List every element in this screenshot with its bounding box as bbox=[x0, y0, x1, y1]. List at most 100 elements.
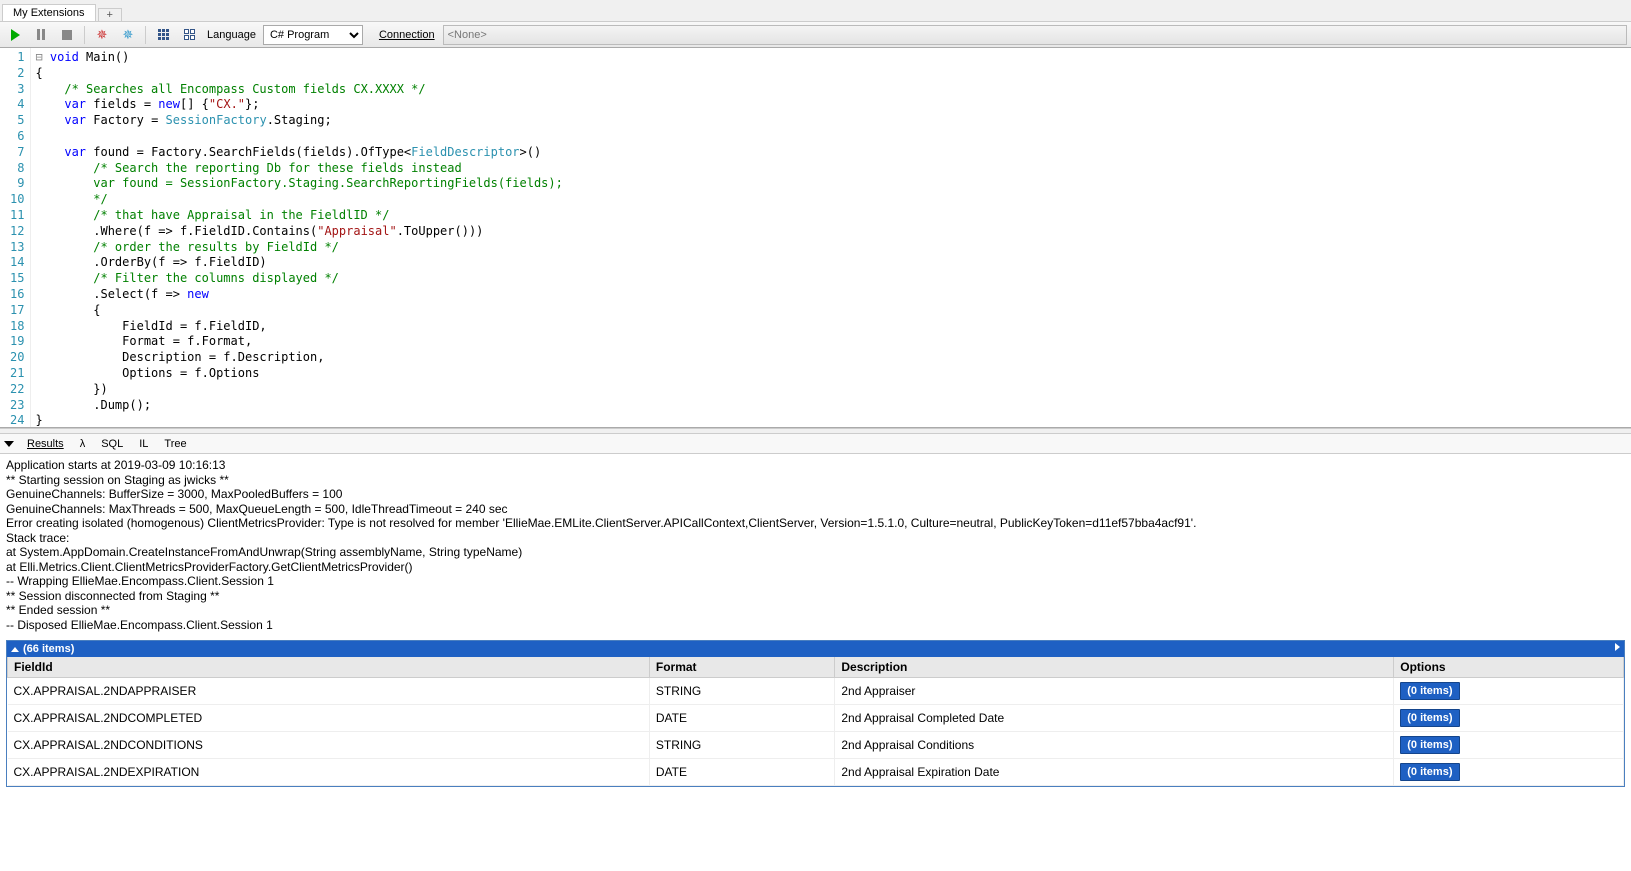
table-row[interactable]: CX.APPRAISAL.2NDAPPRAISERSTRING2nd Appra… bbox=[8, 678, 1624, 705]
grid-table: FieldIdFormatDescriptionOptions CX.APPRA… bbox=[7, 657, 1624, 786]
output-line: at System.AppDomain.CreateInstanceFromAn… bbox=[6, 545, 1625, 560]
line-number: 12 bbox=[10, 224, 24, 240]
code-area[interactable]: ⊟ void Main() { /* Searches all Encompas… bbox=[31, 48, 1631, 427]
code-editor[interactable]: 123456789101112131415161718192021222324 … bbox=[0, 48, 1631, 428]
cell-fieldid: CX.APPRAISAL.2NDCONDITIONS bbox=[8, 732, 650, 759]
tab-sql[interactable]: SQL bbox=[98, 437, 126, 451]
pause-button[interactable] bbox=[30, 25, 52, 45]
cell-format: STRING bbox=[649, 732, 835, 759]
line-number: 19 bbox=[10, 334, 24, 350]
cell-format: STRING bbox=[649, 678, 835, 705]
line-number: 5 bbox=[10, 113, 24, 129]
output-line: -- Disposed EllieMae.Encompass.Client.Se… bbox=[6, 618, 1625, 633]
output-line: at Elli.Metrics.Client.ClientMetricsProv… bbox=[6, 560, 1625, 575]
separator bbox=[84, 26, 85, 44]
line-number: 3 bbox=[10, 82, 24, 98]
line-number: 13 bbox=[10, 240, 24, 256]
line-number: 21 bbox=[10, 366, 24, 382]
line-number: 11 bbox=[10, 208, 24, 224]
output-line: Application starts at 2019-03-09 10:16:1… bbox=[6, 458, 1625, 473]
options-badge[interactable]: (0 items) bbox=[1400, 709, 1459, 727]
cell-fieldid: CX.APPRAISAL.2NDCOMPLETED bbox=[8, 705, 650, 732]
cell-fieldid: CX.APPRAISAL.2NDAPPRAISER bbox=[8, 678, 650, 705]
tab-my-extensions[interactable]: My Extensions bbox=[2, 4, 96, 21]
tab-add-label: + bbox=[107, 9, 113, 21]
table-row[interactable]: CX.APPRAISAL.2NDEXPIRATIONDATE2nd Apprai… bbox=[8, 759, 1624, 786]
output-text: Application starts at 2019-03-09 10:16:1… bbox=[0, 454, 1631, 636]
pause-icon bbox=[37, 29, 45, 40]
line-number: 22 bbox=[10, 382, 24, 398]
line-number: 9 bbox=[10, 176, 24, 192]
line-number: 4 bbox=[10, 97, 24, 113]
table-row[interactable]: CX.APPRAISAL.2NDCOMPLETEDDATE2nd Apprais… bbox=[8, 705, 1624, 732]
output-line: Stack trace: bbox=[6, 531, 1625, 546]
line-number: 7 bbox=[10, 145, 24, 161]
line-gutter: 123456789101112131415161718192021222324 bbox=[0, 48, 31, 427]
line-number: 20 bbox=[10, 350, 24, 366]
results-tab-bar: Results λ SQL IL Tree bbox=[0, 434, 1631, 454]
bug-icon: ✵ bbox=[97, 27, 108, 43]
debug-button[interactable]: ✵ bbox=[91, 25, 113, 45]
line-number: 2 bbox=[10, 66, 24, 82]
table-row[interactable]: CX.APPRAISAL.2NDCONDITIONSSTRING2nd Appr… bbox=[8, 732, 1624, 759]
grid-header[interactable]: (66 items) bbox=[7, 641, 1624, 657]
line-number: 1 bbox=[10, 50, 24, 66]
column-header[interactable]: FieldId bbox=[8, 657, 650, 678]
line-number: 6 bbox=[10, 129, 24, 145]
output-line: -- Wrapping EllieMae.Encompass.Client.Se… bbox=[6, 574, 1625, 589]
cell-format: DATE bbox=[649, 759, 835, 786]
options-badge[interactable]: (0 items) bbox=[1400, 736, 1459, 754]
language-label: Language bbox=[207, 29, 256, 41]
grid-rich-icon bbox=[158, 29, 169, 40]
grid-data-icon bbox=[184, 29, 195, 40]
options-badge[interactable]: (0 items) bbox=[1400, 682, 1459, 700]
output-line: ** Starting session on Staging as jwicks… bbox=[6, 473, 1625, 488]
tab-results[interactable]: Results bbox=[24, 437, 67, 451]
grid-header-text: (66 items) bbox=[23, 643, 74, 655]
tab-add[interactable]: + bbox=[98, 8, 122, 21]
connection-label[interactable]: Connection bbox=[379, 29, 435, 41]
output-line: GenuineChannels: BufferSize = 3000, MaxP… bbox=[6, 487, 1625, 502]
column-header[interactable]: Description bbox=[835, 657, 1394, 678]
cell-options: (0 items) bbox=[1394, 732, 1624, 759]
column-header[interactable]: Format bbox=[649, 657, 835, 678]
column-header[interactable]: Options bbox=[1394, 657, 1624, 678]
play-icon bbox=[11, 29, 20, 41]
cell-format: DATE bbox=[649, 705, 835, 732]
line-number: 17 bbox=[10, 303, 24, 319]
file-tab-bar: My Extensions + bbox=[0, 0, 1631, 22]
connection-value: <None> bbox=[448, 29, 487, 41]
line-number: 24 bbox=[10, 413, 24, 429]
tab-tree[interactable]: Tree bbox=[161, 437, 189, 451]
cell-description: 2nd Appraisal Expiration Date bbox=[835, 759, 1394, 786]
cell-fieldid: CX.APPRAISAL.2NDEXPIRATION bbox=[8, 759, 650, 786]
line-number: 10 bbox=[10, 192, 24, 208]
tab-lambda[interactable]: λ bbox=[77, 437, 89, 451]
stop-button[interactable] bbox=[56, 25, 78, 45]
cell-description: 2nd Appraisal Completed Date bbox=[835, 705, 1394, 732]
collapse-icon bbox=[11, 647, 19, 652]
output-line: ** Session disconnected from Staging ** bbox=[6, 589, 1625, 604]
line-number: 14 bbox=[10, 255, 24, 271]
options-badge[interactable]: (0 items) bbox=[1400, 763, 1459, 781]
expand-icon bbox=[1615, 643, 1620, 651]
line-number: 23 bbox=[10, 398, 24, 414]
tab-il[interactable]: IL bbox=[136, 437, 151, 451]
separator bbox=[145, 26, 146, 44]
results-grid-button[interactable] bbox=[152, 25, 174, 45]
line-number: 15 bbox=[10, 271, 24, 287]
output-line: GenuineChannels: MaxThreads = 500, MaxQu… bbox=[6, 502, 1625, 517]
results-data-button[interactable] bbox=[178, 25, 200, 45]
tab-label: My Extensions bbox=[13, 7, 85, 19]
bug-step-icon: ✵ bbox=[123, 27, 134, 43]
collapse-results-icon[interactable] bbox=[4, 441, 14, 447]
connection-display[interactable]: <None> bbox=[443, 25, 1627, 45]
language-select[interactable]: C# Program bbox=[263, 25, 363, 45]
line-number: 16 bbox=[10, 287, 24, 303]
run-button[interactable] bbox=[4, 25, 26, 45]
cell-description: 2nd Appraiser bbox=[835, 678, 1394, 705]
cell-description: 2nd Appraisal Conditions bbox=[835, 732, 1394, 759]
cell-options: (0 items) bbox=[1394, 705, 1624, 732]
cell-options: (0 items) bbox=[1394, 678, 1624, 705]
debug-step-button[interactable]: ✵ bbox=[117, 25, 139, 45]
